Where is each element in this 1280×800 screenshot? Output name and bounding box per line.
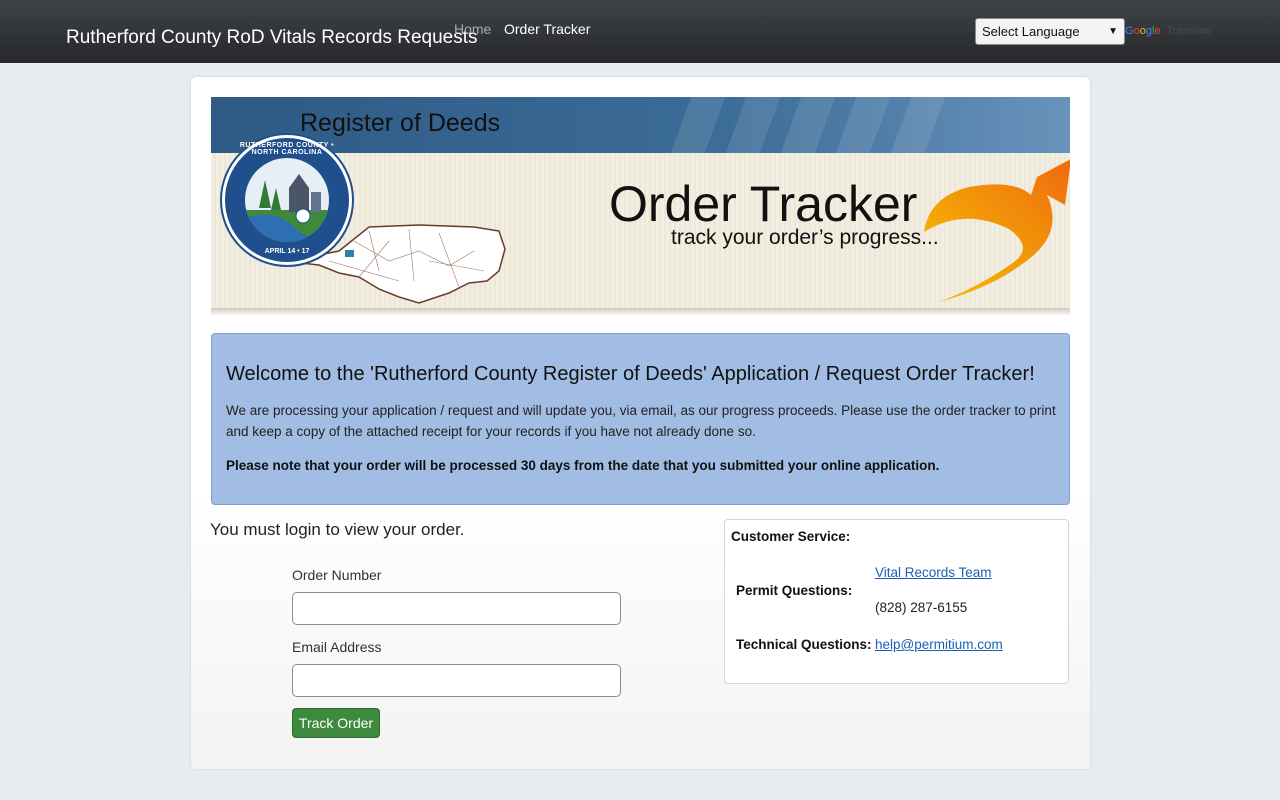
vital-records-team-link[interactable]: Vital Records Team <box>875 565 992 580</box>
banner-bottom-shadow <box>211 308 1070 315</box>
seal-text-bottom: APRIL 14 • 17 <box>264 248 310 255</box>
email-address-input[interactable] <box>292 664 621 697</box>
nav-home-link[interactable]: Home <box>454 21 491 37</box>
google-letter: G <box>1125 25 1134 37</box>
site-brand[interactable]: Rutherford County RoD Vitals Records Req… <box>66 27 478 49</box>
banner-stripe <box>670 97 726 153</box>
customer-service-title: Customer Service: <box>731 529 851 544</box>
login-prompt: You must login to view your order. <box>210 520 465 539</box>
language-select[interactable]: Select Language ▼ <box>975 18 1125 45</box>
welcome-panel: Welcome to the 'Rutherford County Regist… <box>211 333 1070 505</box>
technical-questions-label: Technical Questions: <box>736 637 872 652</box>
order-number-label: Order Number <box>292 567 382 583</box>
permit-questions-label: Permit Questions: <box>736 583 853 598</box>
banner-stripe <box>780 97 836 153</box>
seal-emblem <box>245 158 329 242</box>
google-translate-logo[interactable]: Google Translate <box>1125 25 1212 37</box>
translate-label: Translate <box>1166 25 1213 37</box>
track-order-button[interactable]: Track Order <box>292 708 380 738</box>
welcome-heading: Welcome to the 'Rutherford County Regist… <box>226 363 1035 385</box>
order-tracker-subtitle: track your order’s progress... <box>671 226 939 249</box>
chevron-down-icon: ▼ <box>1108 26 1118 37</box>
county-seal-icon: RUTHERFORD COUNTY • NORTH CAROLINA APRIL… <box>222 135 352 265</box>
nav-order-tracker-link[interactable]: Order Tracker <box>504 21 590 37</box>
help-email-link[interactable]: help@permitium.com <box>875 637 1003 652</box>
banner-register-title: Register of Deeds <box>300 109 501 137</box>
main-card: Register of Deeds RUTHERFORD COUNTY • NO… <box>191 77 1090 769</box>
permit-phone: (828) 287-6155 <box>875 600 968 615</box>
customer-service-box: Customer Service: Permit Questions: Vita… <box>724 519 1069 684</box>
order-number-input[interactable] <box>292 592 621 625</box>
seal-text-top: RUTHERFORD COUNTY • NORTH CAROLINA <box>239 142 335 156</box>
email-address-label: Email Address <box>292 639 382 655</box>
google-letter: e <box>1154 25 1161 37</box>
language-select-value: Select Language <box>982 24 1080 39</box>
welcome-body-text: We are processing your application / req… <box>226 403 1056 439</box>
banner-stripe <box>725 97 781 153</box>
order-tracker-title: Order Tracker <box>609 176 918 232</box>
order-tracker-banner: Register of Deeds RUTHERFORD COUNTY • NO… <box>211 97 1070 315</box>
processing-note: Please note that your order will be proc… <box>226 458 940 473</box>
top-navbar: Rutherford County RoD Vitals Records Req… <box>0 0 1280 63</box>
orange-arrow-icon <box>924 159 1070 302</box>
banner-stripe <box>835 97 891 153</box>
